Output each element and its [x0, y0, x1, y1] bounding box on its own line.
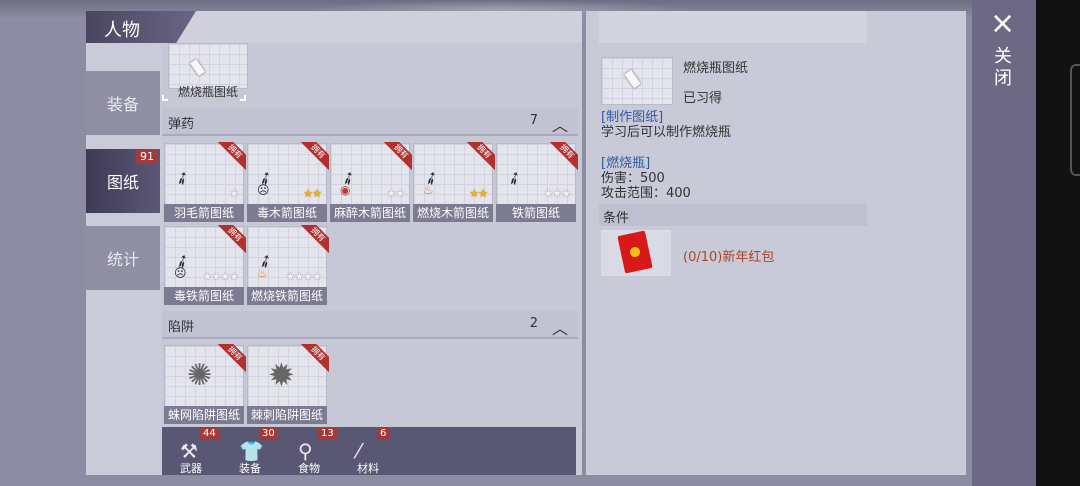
chevron-up-icon: ︿ [551, 116, 568, 135]
blueprint-card[interactable]: ➶ 拥有 ♨ ★★ 燃烧木箭图纸 [413, 142, 495, 223]
category-tab-materials[interactable]: ⁄ 6 材料 [339, 427, 397, 475]
category-tab-food[interactable]: ⚲ 13 食物 [280, 427, 338, 475]
poison-marker-icon: ☹ [174, 266, 187, 280]
arrow-icon: ➶ [170, 165, 195, 192]
sidebar-tab-statistics[interactable]: 统计 [86, 226, 160, 290]
card-name: 燃烧瓶图纸 [177, 85, 238, 99]
blueprint-card[interactable]: ✹ 拥有 棘刺陷阱图纸 [247, 344, 329, 425]
section-header-ammo[interactable]: 弹药 7 ︿ [162, 108, 578, 136]
detail-range: 攻击范围：400 [601, 186, 691, 201]
condition-header: 条件 [599, 204, 867, 226]
detail-item-status: 已习得 [683, 91, 723, 106]
detail-header [599, 11, 867, 43]
rarity-stars: ★★★★ [285, 270, 322, 283]
blueprint-card[interactable]: ✺ 拥有 蛛网陷阱图纸 [164, 344, 246, 425]
blueprint-card[interactable]: ➶ 拥有 ★★★ 铁箭图纸 [496, 142, 578, 223]
rarity-stars: ★★ [469, 187, 488, 200]
fire-marker-icon: ♨ [423, 183, 434, 197]
selection-corner-left [162, 95, 168, 101]
selection-corner-right [240, 95, 246, 101]
condition-item-text: (0/10)新年红包 [683, 250, 775, 265]
close-label[interactable]: 关闭 [990, 46, 1016, 90]
detail-section1-text: 学习后可以制作燃烧瓶 [601, 125, 732, 140]
blueprints-count-badge: 91 [136, 150, 158, 164]
detail-item-name: 燃烧瓶图纸 [683, 61, 749, 76]
rarity-stars: ★★ [386, 187, 405, 200]
blueprint-card[interactable]: ➶ 拥有 ☹ ★★★★ 毒铁箭图纸 [164, 225, 246, 306]
arrow-icon: ➶ [502, 165, 527, 192]
blueprint-card[interactable]: ➶ 拥有 ♨ ★★★★ 燃烧铁箭图纸 [247, 225, 329, 306]
sidebar-tab-blueprints[interactable]: 图纸 91 [86, 149, 160, 213]
rarity-stars: ★ [229, 187, 239, 200]
category-tab-weapons[interactable]: ⚒ 44 武器 [162, 427, 220, 475]
blueprint-card[interactable]: ➶ 拥有 ◉ ★★ 麻醉木箭图纸 [330, 142, 412, 223]
sidebar-tab-equipment[interactable]: 装备 [86, 71, 160, 135]
blueprint-card[interactable]: ➶ 拥有 ★ 羽毛箭图纸 [164, 142, 246, 223]
rarity-stars: ★★★ [543, 187, 571, 200]
chevron-up-icon: ︿ [551, 319, 568, 338]
spider-web-icon: ✺ [187, 358, 213, 393]
side-handle[interactable] [1070, 64, 1080, 176]
rarity-stars: ★★ [303, 187, 322, 200]
bottle-icon: ▮ [185, 53, 208, 79]
category-bar: ⚒ 44 武器 👕 30 装备 ⚲ 13 食物 ⁄ 6 材料 [162, 427, 576, 475]
section-header-traps[interactable]: 陷阱 2 ︿ [162, 311, 578, 339]
poison-marker-icon: ☹ [257, 183, 270, 197]
category-tab-equipment[interactable]: 👕 30 装备 [221, 427, 279, 475]
fire-marker-icon: ♨ [257, 266, 268, 280]
close-icon[interactable]: × [990, 6, 1015, 41]
blueprint-list[interactable]: ▮ 燃烧瓶图纸 弹药 7 ︿ ➶ 拥有 ★ 羽毛箭图纸 ➶ 拥有 ☹ ★★ 毒木… [162, 43, 582, 427]
rarity-stars: ★★★★ [202, 270, 239, 283]
panel-title: 人物 [104, 20, 140, 41]
bottle-icon: ▮ [619, 64, 645, 93]
sleep-marker-icon: ◉ [340, 183, 351, 197]
thorn-trap-icon: ✹ [268, 356, 295, 394]
blueprint-card-molotov[interactable]: ▮ 燃烧瓶图纸 [168, 43, 248, 117]
detail-item-thumbnail: ▮ [601, 57, 673, 105]
blueprint-card[interactable]: ➶ 拥有 ☹ ★★ 毒木箭图纸 [247, 142, 329, 223]
